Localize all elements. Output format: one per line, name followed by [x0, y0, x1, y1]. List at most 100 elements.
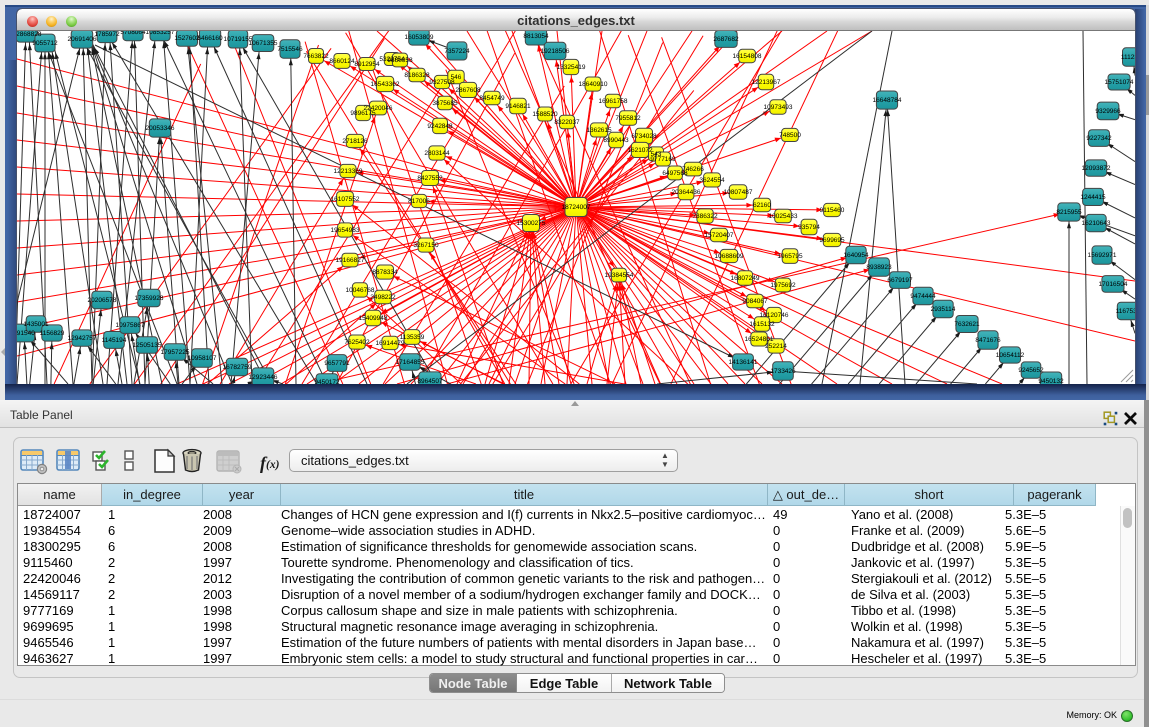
svg-text:1167531: 1167531 [1116, 308, 1135, 315]
svg-text:7515546: 7515546 [277, 46, 303, 53]
svg-text:16543362: 16543362 [371, 81, 400, 88]
svg-text:13325419: 13325419 [557, 64, 586, 71]
svg-text:5708064: 5708064 [120, 31, 146, 36]
svg-text:17359928: 17359928 [135, 295, 164, 302]
svg-text:16914479: 16914479 [376, 340, 405, 347]
svg-text:9450132: 9450132 [1038, 378, 1064, 384]
svg-text:10671355: 10671355 [249, 40, 278, 47]
svg-text:12093872: 12093872 [1082, 165, 1111, 172]
svg-text:15720407: 15720407 [705, 232, 734, 239]
svg-text:2935114: 2935114 [931, 306, 956, 313]
svg-text:19166827: 19166827 [336, 257, 365, 264]
svg-text:16807249: 16807249 [731, 275, 760, 282]
svg-text:1156829: 1156829 [40, 330, 65, 337]
svg-text:(x): (x) [266, 459, 280, 471]
svg-text:9242848: 9242848 [427, 123, 453, 130]
svg-text:8215955: 8215955 [1056, 209, 1082, 216]
svg-text:9699695: 9699695 [819, 237, 845, 244]
svg-text:19218506: 19218506 [541, 48, 570, 55]
svg-text:2867608: 2867608 [455, 87, 481, 94]
svg-text:18724007: 18724007 [562, 204, 591, 211]
svg-text:20206578: 20206578 [88, 297, 117, 304]
svg-text:14136141: 14136141 [729, 359, 758, 366]
svg-text:15751074: 15751074 [1105, 79, 1134, 86]
svg-text:9084067: 9084067 [742, 298, 768, 305]
svg-text:10046768: 10046768 [346, 287, 375, 294]
svg-text:1527602: 1527602 [174, 35, 200, 42]
svg-text:12923446: 12923446 [249, 374, 278, 381]
svg-text:42868828: 42868828 [17, 31, 42, 38]
svg-text:19654983: 19654983 [331, 227, 360, 234]
svg-text:8938923: 8938923 [866, 264, 892, 271]
svg-text:16524861: 16524861 [745, 336, 774, 343]
svg-text:9777169: 9777169 [650, 156, 676, 163]
svg-text:935794: 935794 [798, 224, 820, 231]
svg-text:7663822: 7663822 [303, 53, 329, 60]
svg-text:9886058: 9886058 [387, 57, 413, 64]
svg-text:10973493: 10973493 [764, 104, 793, 111]
svg-text:391540: 391540 [17, 330, 35, 337]
svg-text:9146821: 9146821 [505, 103, 531, 110]
svg-text:8322037: 8322037 [554, 119, 580, 126]
svg-text:16154808: 16154808 [733, 53, 762, 60]
svg-text:3875685: 3875685 [432, 100, 458, 107]
svg-text:1733426: 1733426 [770, 368, 796, 375]
svg-text:17957225: 17957225 [161, 349, 190, 356]
svg-text:18640910: 18640910 [579, 81, 608, 88]
svg-text:7955812: 7955812 [615, 115, 641, 122]
svg-text:16120746: 16120746 [760, 312, 789, 319]
svg-text:1435001: 1435001 [23, 321, 49, 328]
svg-text:9657791: 9657791 [324, 360, 350, 367]
svg-text:17164855: 17164855 [396, 359, 425, 366]
svg-text:3498222: 3498222 [370, 294, 396, 301]
svg-text:6734028: 6734028 [631, 133, 657, 140]
svg-text:16648784: 16648784 [873, 97, 902, 104]
svg-text:748500: 748500 [779, 132, 801, 139]
svg-text:9329966: 9329966 [1095, 108, 1121, 115]
svg-text:1621072: 1621072 [627, 147, 653, 154]
svg-text:16053809: 16053809 [405, 34, 434, 41]
svg-text:2687682: 2687682 [713, 36, 739, 43]
svg-text:10853257: 10853257 [146, 31, 175, 36]
svg-text:1615132: 1615132 [749, 321, 775, 328]
svg-text:9245652: 9245652 [1018, 367, 1044, 374]
svg-text:1785972: 1785972 [94, 31, 120, 38]
svg-text:16782759: 16782759 [223, 364, 252, 371]
svg-text:20053346: 20053346 [146, 125, 175, 132]
svg-text:8912954: 8912954 [354, 61, 380, 68]
svg-text:1975692: 1975692 [770, 282, 796, 289]
svg-text:7357224: 7357224 [444, 48, 470, 55]
svg-text:8878334: 8878334 [372, 269, 398, 276]
svg-text:1362615: 1362615 [586, 127, 612, 134]
svg-text:10975867: 10975867 [116, 322, 145, 329]
svg-text:8454749: 8454749 [479, 95, 505, 102]
svg-text:15409948: 15409948 [359, 315, 388, 322]
svg-text:252214: 252214 [765, 343, 787, 350]
svg-text:8964507: 8964507 [417, 378, 443, 384]
svg-text:7632621: 7632621 [954, 321, 980, 328]
svg-text:15300275: 15300275 [517, 220, 546, 227]
svg-text:9227342: 9227342 [1086, 135, 1112, 142]
svg-text:6679197: 6679197 [887, 277, 913, 284]
svg-text:16961758: 16961758 [599, 98, 628, 105]
svg-text:15692971: 15692971 [1088, 252, 1117, 259]
svg-text:9115460: 9115460 [820, 207, 845, 214]
svg-text:9474444: 9474444 [910, 293, 936, 300]
svg-text:1145194: 1145194 [102, 337, 127, 344]
svg-text:1965795: 1965795 [777, 253, 803, 260]
svg-text:1640954: 1640954 [843, 252, 869, 259]
svg-text:817006: 817006 [408, 198, 430, 205]
svg-text:8990443: 8990443 [603, 137, 629, 144]
svg-text:8660124: 8660124 [329, 58, 355, 65]
svg-text:16107552: 16107552 [331, 196, 360, 203]
svg-text:20364436: 20364436 [672, 189, 701, 196]
svg-text:10688609: 10688609 [715, 253, 744, 260]
svg-text:62160: 62160 [753, 202, 771, 209]
svg-text:8427552: 8427552 [417, 175, 443, 182]
svg-text:12213369: 12213369 [334, 168, 363, 175]
svg-text:10807487: 10807487 [724, 189, 753, 196]
svg-text:3267150: 3267150 [413, 242, 439, 249]
svg-text:10958107: 10958107 [188, 355, 217, 362]
svg-text:12505135: 12505135 [133, 342, 162, 349]
svg-text:8471676: 8471676 [975, 337, 1001, 344]
